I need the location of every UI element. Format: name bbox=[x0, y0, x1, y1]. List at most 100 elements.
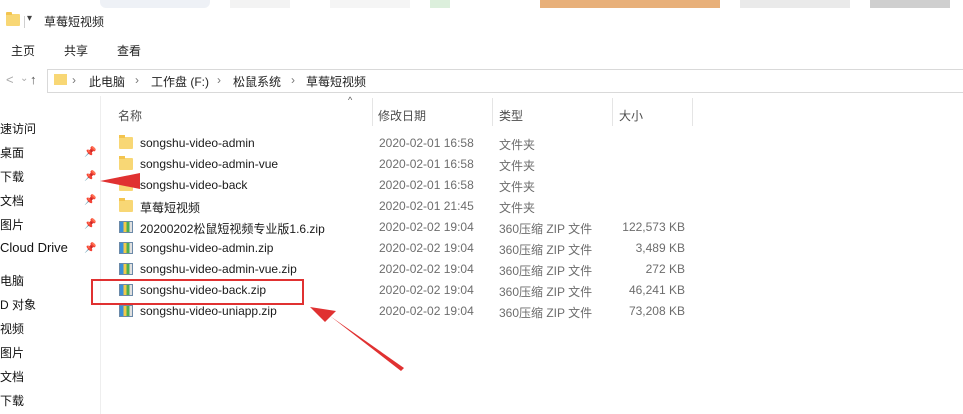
file-row[interactable]: songshu-video-back 2020-02-01 16:58 文件夹 bbox=[110, 175, 700, 196]
breadcrumb-current-folder[interactable]: 草莓短视频 bbox=[306, 73, 366, 90]
column-divider[interactable] bbox=[692, 98, 693, 126]
ribbon-tabs: 主页 共享 查看 bbox=[0, 36, 963, 65]
nav-item-downloads-pc[interactable]: 下载 bbox=[0, 392, 24, 409]
file-row[interactable]: songshu-video-admin.zip 2020-02-02 19:04… bbox=[110, 238, 700, 259]
file-size: 122,573 KB bbox=[622, 220, 685, 234]
zip-archive-icon bbox=[119, 305, 133, 317]
column-divider[interactable] bbox=[372, 98, 373, 126]
annotation-highlight-box bbox=[91, 279, 304, 305]
zip-archive-icon bbox=[119, 221, 133, 233]
file-row[interactable]: 草莓短视频 2020-02-01 21:45 文件夹 bbox=[110, 196, 700, 217]
nav-item-documents[interactable]: 文档 bbox=[0, 192, 24, 209]
file-type: 360压缩 ZIP 文件 bbox=[499, 243, 593, 257]
column-header-name[interactable]: 名称 bbox=[118, 107, 142, 124]
file-name: songshu-video-admin.zip bbox=[140, 241, 274, 255]
pin-icon[interactable]: 📌 bbox=[84, 171, 96, 182]
column-divider[interactable] bbox=[492, 98, 493, 126]
file-name: songshu-video-admin-vue.zip bbox=[140, 262, 297, 276]
pin-icon[interactable]: 📌 bbox=[84, 219, 96, 230]
file-list-header: 名称 ^ 修改日期 类型 大小 bbox=[110, 95, 963, 126]
nav-item-videos[interactable]: 视频 bbox=[0, 320, 24, 337]
taskbar-thumbnail[interactable] bbox=[540, 0, 720, 8]
file-type: 360压缩 ZIP 文件 bbox=[499, 306, 593, 320]
file-type: 360压缩 ZIP 文件 bbox=[499, 285, 593, 299]
file-type: 文件夹 bbox=[499, 159, 536, 173]
folder-icon bbox=[54, 74, 67, 85]
file-row[interactable]: songshu-video-admin-vue 2020-02-01 16:58… bbox=[110, 154, 700, 175]
file-date: 2020-02-02 19:04 bbox=[379, 304, 474, 318]
nav-item-quick-access[interactable]: 速访问 bbox=[0, 120, 36, 137]
column-header-date[interactable]: 修改日期 bbox=[378, 107, 426, 124]
tab-home[interactable]: 主页 bbox=[11, 42, 35, 59]
column-header-type[interactable]: 类型 bbox=[499, 107, 523, 124]
file-name: songshu-video-admin bbox=[140, 136, 255, 150]
chevron-right-icon[interactable]: › bbox=[135, 73, 139, 87]
file-size: 272 KB bbox=[645, 262, 685, 276]
taskbar-thumbnail[interactable] bbox=[870, 0, 950, 8]
folder-icon bbox=[119, 177, 133, 191]
nav-item-this-pc[interactable]: 电脑 bbox=[0, 272, 24, 289]
file-date: 2020-02-01 16:58 bbox=[379, 136, 474, 150]
file-date: 2020-02-02 19:04 bbox=[379, 283, 474, 297]
column-divider[interactable] bbox=[612, 98, 613, 126]
address-bar[interactable]: › 此电脑 › 工作盘 (F:) › 松鼠系统 › 草莓短视频 bbox=[47, 69, 963, 93]
title-bar: ▾ 草莓短视频 bbox=[0, 8, 963, 36]
divider bbox=[24, 16, 25, 28]
folder-icon bbox=[119, 156, 133, 170]
taskbar-thumbnail-strip bbox=[0, 0, 963, 8]
file-size: 3,489 KB bbox=[635, 241, 685, 255]
nav-item-3d-objects[interactable]: D 对象 bbox=[0, 296, 36, 313]
tab-share[interactable]: 共享 bbox=[64, 42, 88, 59]
file-type: 360压缩 ZIP 文件 bbox=[499, 264, 593, 278]
file-name: songshu-video-back bbox=[140, 178, 248, 192]
file-name: 20200202松鼠短视频专业版1.6.zip bbox=[140, 222, 325, 236]
file-name: songshu-video-uniapp.zip bbox=[140, 304, 277, 318]
pin-icon[interactable]: 📌 bbox=[84, 195, 96, 206]
chevron-right-icon[interactable]: › bbox=[291, 73, 295, 87]
nav-item-downloads[interactable]: 下载 bbox=[0, 168, 24, 185]
file-date: 2020-02-01 16:58 bbox=[379, 178, 474, 192]
file-type: 文件夹 bbox=[499, 180, 536, 194]
window-title: 草莓短视频 bbox=[44, 15, 105, 29]
nav-item-pictures[interactable]: 图片 bbox=[0, 216, 24, 233]
tab-view[interactable]: 查看 bbox=[117, 42, 141, 59]
column-header-size[interactable]: 大小 bbox=[619, 107, 643, 124]
quick-access-dropdown-icon[interactable]: ▾ bbox=[27, 13, 32, 24]
nav-item-desktop[interactable]: 桌面 bbox=[0, 144, 24, 161]
file-row[interactable]: songshu-video-admin 2020-02-01 16:58 文件夹 bbox=[110, 133, 700, 154]
file-date: 2020-02-02 19:04 bbox=[379, 241, 474, 255]
taskbar-thumbnail[interactable] bbox=[100, 0, 210, 8]
sort-ascending-icon: ^ bbox=[348, 95, 353, 105]
pin-icon[interactable]: 📌 bbox=[84, 243, 96, 254]
breadcrumb-drive[interactable]: 工作盘 (F:) bbox=[151, 73, 209, 90]
breadcrumb-songshu[interactable]: 松鼠系统 bbox=[233, 73, 281, 90]
file-row[interactable]: 20200202松鼠短视频专业版1.6.zip 2020-02-02 19:04… bbox=[110, 217, 700, 238]
pin-icon[interactable]: 📌 bbox=[84, 147, 96, 158]
file-size: 46,241 KB bbox=[628, 283, 685, 297]
taskbar-thumbnail[interactable] bbox=[430, 0, 450, 8]
file-date: 2020-02-02 19:04 bbox=[379, 220, 474, 234]
file-name: 草莓短视频 bbox=[140, 201, 201, 215]
zip-archive-icon bbox=[119, 242, 133, 254]
file-size: 73,208 KB bbox=[628, 304, 685, 318]
nav-item-pictures-pc[interactable]: 图片 bbox=[0, 344, 24, 361]
file-row[interactable]: songshu-video-admin-vue.zip 2020-02-02 1… bbox=[110, 259, 700, 280]
chevron-right-icon[interactable]: › bbox=[72, 73, 76, 87]
taskbar-thumbnail[interactable] bbox=[330, 0, 410, 8]
folder-icon bbox=[119, 135, 133, 149]
address-row: < ⌄ ↑ › 此电脑 › 工作盘 (F:) › 松鼠系统 › 草莓短视频 bbox=[0, 64, 963, 96]
taskbar-thumbnail[interactable] bbox=[230, 0, 290, 8]
zip-archive-icon bbox=[119, 263, 133, 275]
chevron-right-icon[interactable]: › bbox=[217, 73, 221, 87]
nav-item-documents-pc[interactable]: 文档 bbox=[0, 368, 24, 385]
breadcrumb-this-pc[interactable]: 此电脑 bbox=[89, 73, 125, 90]
nav-item-cloud-drive[interactable]: Cloud Drive bbox=[0, 240, 68, 255]
file-name: songshu-video-admin-vue bbox=[140, 157, 279, 171]
taskbar-thumbnail[interactable] bbox=[740, 0, 850, 8]
folder-icon bbox=[119, 198, 133, 212]
file-date: 2020-02-02 19:04 bbox=[379, 262, 474, 276]
up-arrow-icon[interactable]: ↑ bbox=[30, 72, 37, 87]
file-date: 2020-02-01 21:45 bbox=[379, 199, 474, 213]
back-arrow-icon[interactable]: < bbox=[6, 72, 14, 87]
recent-dropdown-icon[interactable]: ⌄ bbox=[20, 73, 28, 84]
